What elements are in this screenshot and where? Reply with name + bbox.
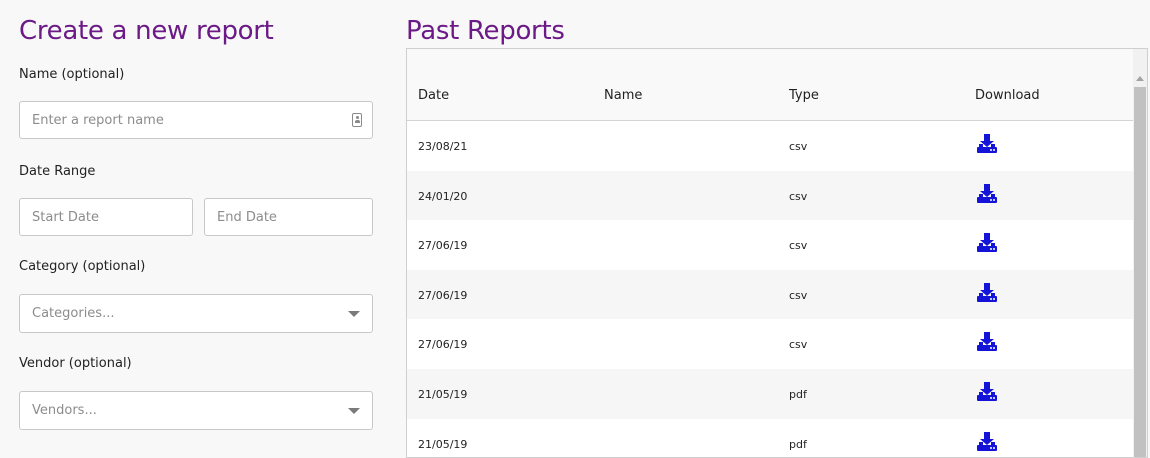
table-row: 21/05/19 pdf bbox=[407, 418, 1134, 457]
name-label: Name (optional) bbox=[19, 67, 125, 82]
chevron-down-icon bbox=[348, 408, 360, 414]
download-icon[interactable] bbox=[976, 282, 998, 303]
column-header-download[interactable]: Download bbox=[975, 88, 1040, 103]
column-header-date[interactable]: Date bbox=[418, 88, 449, 103]
report-date: 27/06/19 bbox=[418, 239, 468, 253]
contact-card-icon bbox=[352, 113, 362, 127]
past-reports-table: Date Name Type Download 23/08/21 csv 24/01… bbox=[406, 48, 1148, 458]
report-type: csv bbox=[789, 338, 808, 352]
category-label: Category (optional) bbox=[19, 259, 146, 274]
download-icon[interactable] bbox=[976, 134, 998, 154]
report-date: 21/05/19 bbox=[418, 437, 468, 451]
report-date: 23/08/21 bbox=[418, 140, 468, 153]
create-report-title: Create a new report bbox=[19, 16, 274, 46]
download-icon[interactable] bbox=[976, 332, 998, 352]
download-icon[interactable] bbox=[976, 183, 998, 204]
report-name-placeholder: Enter a report name bbox=[32, 113, 164, 128]
download-icon[interactable] bbox=[976, 431, 998, 452]
report-type: csv bbox=[789, 189, 808, 203]
table-header: Date Name Type Download bbox=[407, 49, 1134, 121]
end-date-input[interactable]: End Date bbox=[204, 198, 373, 236]
start-date-input[interactable]: Start Date bbox=[19, 198, 193, 236]
vendor-select[interactable]: Vendors... bbox=[19, 391, 373, 430]
table-scrollbar[interactable] bbox=[1133, 49, 1147, 457]
category-select[interactable]: Categories... bbox=[19, 294, 373, 333]
past-reports-panel: Past Reports Date Name Type Download 23/… bbox=[406, 0, 1148, 458]
report-type: csv bbox=[789, 140, 808, 153]
table-row: 27/06/19 csv bbox=[407, 220, 1134, 270]
end-date-placeholder: End Date bbox=[217, 210, 277, 225]
chevron-down-icon bbox=[348, 311, 360, 317]
scroll-up-arrow-icon[interactable] bbox=[1136, 76, 1144, 81]
report-date: 24/01/20 bbox=[418, 189, 468, 203]
vendor-placeholder: Vendors... bbox=[32, 403, 97, 418]
category-placeholder: Categories... bbox=[32, 306, 115, 321]
report-name-input[interactable]: Enter a report name bbox=[19, 101, 373, 139]
table-row: 27/06/19 csv bbox=[407, 319, 1134, 369]
start-date-placeholder: Start Date bbox=[32, 210, 99, 225]
column-header-type[interactable]: Type bbox=[789, 88, 819, 103]
scrollbar-thumb[interactable] bbox=[1134, 87, 1146, 457]
table-row: 24/01/20 csv bbox=[407, 170, 1134, 221]
vendor-label: Vendor (optional) bbox=[19, 356, 132, 371]
create-report-panel: Create a new report Name (optional) Ente… bbox=[19, 0, 373, 430]
table-row: 23/08/21 csv bbox=[407, 121, 1134, 171]
report-type: csv bbox=[789, 288, 808, 302]
report-type: csv bbox=[789, 239, 808, 253]
report-type: pdf bbox=[789, 437, 807, 451]
report-date: 21/05/19 bbox=[418, 387, 468, 401]
past-reports-title: Past Reports bbox=[406, 16, 565, 46]
table-row: 27/06/19 csv bbox=[407, 269, 1134, 320]
download-icon[interactable] bbox=[976, 233, 998, 253]
date-range-label: Date Range bbox=[19, 164, 96, 179]
column-header-name[interactable]: Name bbox=[604, 88, 642, 103]
report-type: pdf bbox=[789, 387, 807, 401]
table-body: 23/08/21 csv 24/01/20 csv 27/06/19 csv 27/06/1… bbox=[407, 121, 1134, 457]
report-date: 27/06/19 bbox=[418, 288, 468, 302]
report-date: 27/06/19 bbox=[418, 338, 468, 352]
table-row: 21/05/19 pdf bbox=[407, 368, 1134, 419]
download-icon[interactable] bbox=[976, 381, 998, 402]
